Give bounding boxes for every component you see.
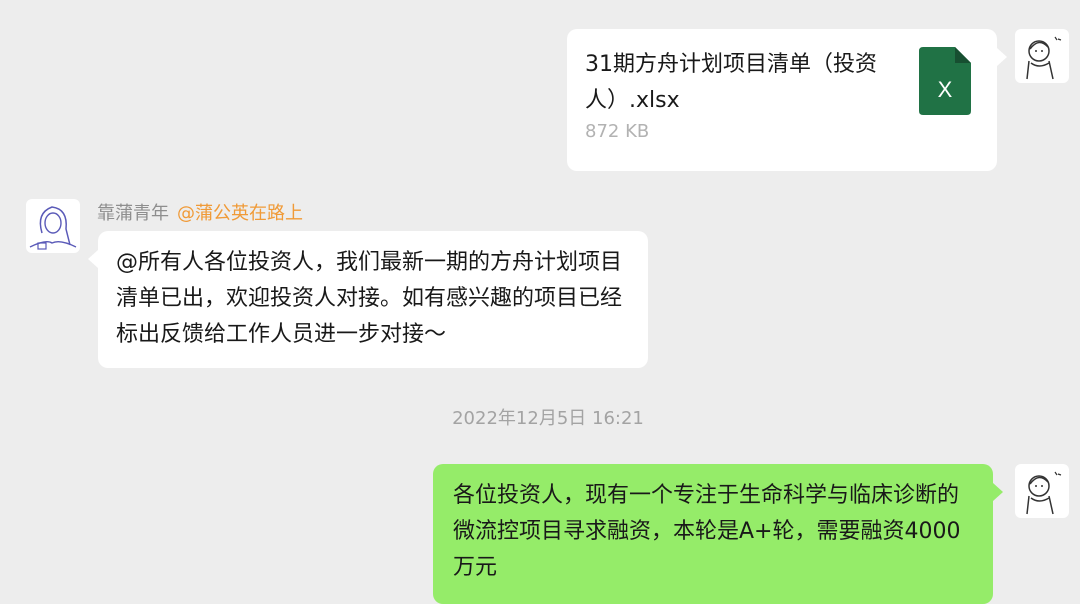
user-doodle-avatar-icon: [1026, 36, 1062, 80]
mention-tag[interactable]: @蒲公英在路上: [177, 203, 303, 224]
sender-line: 靠蒲青年 @蒲公英在路上: [97, 199, 303, 225]
outgoing-bubble-tail: [993, 483, 1003, 501]
girl-doodle-avatar-icon: [29, 206, 77, 250]
file-size: 872 KB: [585, 121, 650, 142]
excel-file-icon: X: [919, 47, 971, 115]
incoming-message-text: @所有人各位投资人，我们最新一期的方舟计划项目清单已出，欢迎投资人对接。如有感兴…: [116, 250, 623, 347]
timestamp: 2022年12月5日 16:21: [452, 408, 644, 429]
file-name: 31期方舟计划项目清单（投资人）.xlsx: [585, 52, 877, 113]
file-message-bubble[interactable]: 31期方舟计划项目清单（投资人）.xlsx 872 KB X: [567, 29, 997, 171]
file-bubble-tail: [997, 48, 1007, 66]
user-doodle-avatar-icon: [1026, 471, 1062, 515]
incoming-message-bubble[interactable]: @所有人各位投资人，我们最新一期的方舟计划项目清单已出，欢迎投资人对接。如有感兴…: [98, 231, 648, 368]
my-avatar[interactable]: [1015, 29, 1069, 83]
sender-avatar[interactable]: [26, 199, 80, 253]
outgoing-message-text: 各位投资人，现有一个专注于生命科学与临床诊断的微流控项目寻求融资，本轮是A+轮，…: [453, 483, 961, 580]
incoming-bubble-tail: [88, 250, 98, 268]
svg-text:X: X: [938, 77, 953, 102]
my-avatar-2[interactable]: [1015, 464, 1069, 518]
sender-name: 靠蒲青年: [97, 203, 169, 224]
outgoing-message-bubble[interactable]: 各位投资人，现有一个专注于生命科学与临床诊断的微流控项目寻求融资，本轮是A+轮，…: [433, 464, 993, 604]
